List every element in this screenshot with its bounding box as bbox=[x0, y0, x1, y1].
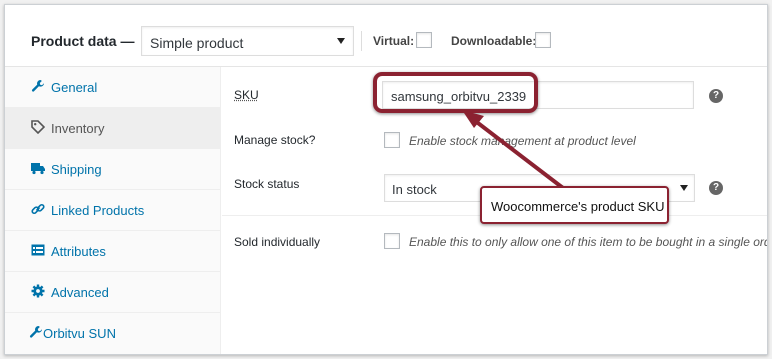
tab-label: Inventory bbox=[51, 121, 105, 136]
product-data-header: Product data — Simple product Virtual: D… bbox=[5, 5, 767, 67]
tab-attributes[interactable]: Attributes bbox=[5, 231, 221, 272]
tab-label: Orbitvu SUN bbox=[43, 326, 116, 341]
manage-stock-description: Enable stock management at product level bbox=[409, 134, 636, 148]
tab-inventory[interactable]: Inventory bbox=[5, 108, 221, 149]
downloadable-checkbox[interactable] bbox=[535, 32, 551, 48]
tab-shipping[interactable]: Shipping bbox=[5, 149, 221, 190]
product-type-select[interactable]: Simple product bbox=[141, 26, 354, 56]
list-icon bbox=[31, 243, 45, 257]
tab-label: General bbox=[51, 80, 98, 95]
truck-icon bbox=[31, 161, 45, 175]
help-icon[interactable]: ? bbox=[709, 181, 723, 195]
product-data-title: Product data — bbox=[31, 33, 135, 49]
downloadable-label: Downloadable: bbox=[451, 34, 537, 48]
tab-label: Linked Products bbox=[51, 203, 145, 218]
stock-status-value: In stock bbox=[392, 182, 437, 197]
header-separator bbox=[361, 31, 362, 51]
tag-icon bbox=[31, 120, 46, 135]
tab-general[interactable]: General bbox=[5, 67, 221, 108]
tab-linked-products[interactable]: Linked Products bbox=[5, 190, 221, 231]
virtual-label: Virtual: bbox=[373, 34, 415, 48]
gear-icon bbox=[31, 284, 45, 298]
chevron-down-icon bbox=[680, 185, 688, 191]
sku-input[interactable]: samsung_orbitvu_2339 bbox=[382, 81, 694, 109]
sku-label: SKU bbox=[234, 88, 259, 102]
product-data-panel: Product data — Simple product Virtual: D… bbox=[4, 4, 768, 355]
stock-status-label: Stock status bbox=[234, 177, 300, 191]
product-type-value: Simple product bbox=[150, 35, 244, 51]
link-icon bbox=[31, 202, 45, 216]
tab-label: Shipping bbox=[51, 162, 102, 177]
sold-individually-description: Enable this to only allow one of this it… bbox=[409, 235, 768, 249]
manage-stock-label: Manage stock? bbox=[234, 133, 316, 147]
tab-orbitvu-sun[interactable]: Orbitvu SUN bbox=[5, 313, 221, 354]
product-data-tabs: General Inventory Shipping Linked Produc… bbox=[5, 67, 221, 354]
help-icon[interactable]: ? bbox=[709, 89, 723, 103]
wrench-icon bbox=[29, 325, 43, 339]
tab-label: Attributes bbox=[51, 244, 106, 259]
wrench-icon bbox=[31, 79, 45, 93]
sold-individually-checkbox[interactable] bbox=[384, 233, 400, 249]
tab-advanced[interactable]: Advanced bbox=[5, 272, 221, 313]
virtual-checkbox[interactable] bbox=[416, 32, 432, 48]
sold-individually-label: Sold individually bbox=[234, 235, 321, 249]
callout-text: Woocommerce's product SKU bbox=[491, 199, 665, 214]
manage-stock-checkbox[interactable] bbox=[384, 132, 400, 148]
annotation-callout: Woocommerce's product SKU bbox=[480, 186, 669, 224]
chevron-down-icon bbox=[337, 38, 345, 44]
sku-value: samsung_orbitvu_2339 bbox=[391, 89, 527, 104]
tab-label: Advanced bbox=[51, 285, 109, 300]
